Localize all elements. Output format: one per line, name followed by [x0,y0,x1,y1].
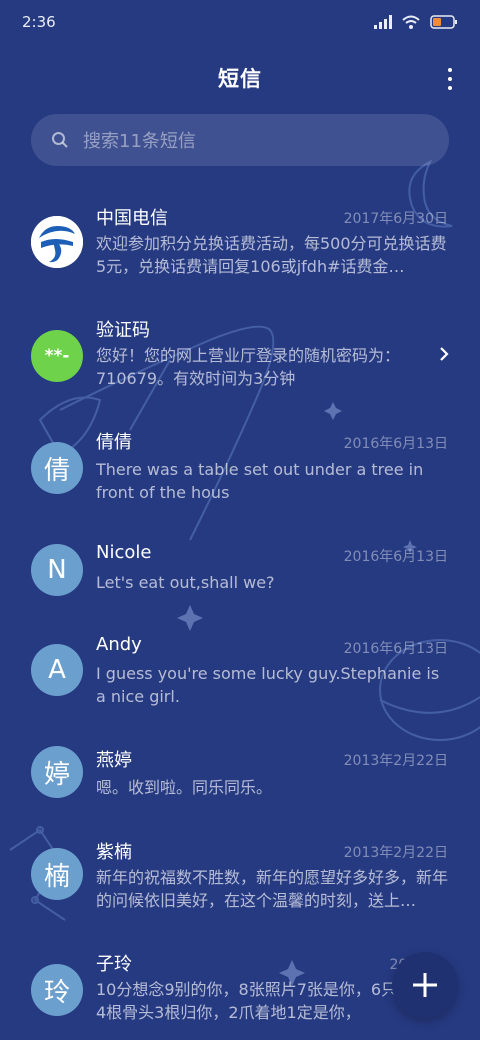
conversation-name: 燕婷 [96,750,132,771]
conversation-row[interactable]: 楠 紫楠 2013年2月22日 新年的祝福数不胜数，新年的愿望好多好多，新年的问… [0,838,480,938]
page-title: 短信 [218,67,262,91]
conversation-row[interactable]: A Andy 2016年6月13日 I guess you're some lu… [0,634,480,734]
conversation-preview: 您好！您的网上营业厅登录的随机密码为：710679。有效时间为3分钟 [96,346,401,388]
conversation-date: 2017年6月30日 [343,211,448,227]
conversation-row[interactable]: 中国电信 2017年6月30日 欢迎参加积分兑换话费活动，每500分可兑换话费5… [0,190,480,290]
battery-icon [430,15,457,29]
conversation-name: 紫楠 [96,842,132,863]
conversation-date: 2013年2月22日 [343,753,448,769]
new-message-button[interactable] [392,952,458,1018]
conversation-row[interactable]: **- 验证码 您好！您的网上营业厅登录的随机密码为：710679。有效时间为3… [0,302,480,402]
more-dot-icon [448,68,452,72]
conversation-preview: 新年的祝福数不胜数，新年的愿望好多好多，新年的问候依旧美好，在这个温馨的时刻，送… [96,868,448,910]
avatar: 婷 [31,746,83,798]
more-options-button[interactable] [446,68,454,90]
status-time: 2:36 [22,13,56,31]
conversation-date: 2016年6月13日 [343,641,448,657]
conversation-name: Andy [96,634,142,655]
signal-icon [374,15,392,29]
conversation-name: 中国电信 [96,208,168,229]
conversation-name: 子玲 [96,954,132,975]
search-icon [52,132,68,148]
conversation-date: 2013年2月22日 [343,845,448,861]
avatar: 玲 [31,964,83,1016]
conversation-preview: I guess you're some lucky guy.Stephanie … [96,664,440,706]
more-dot-icon [448,86,452,90]
conversation-preview: Let's eat out,shall we? [96,573,275,592]
search-input[interactable]: 搜索11条短信 [31,114,449,166]
search-placeholder: 搜索11条短信 [83,131,196,152]
chevron-right-icon[interactable] [438,345,450,363]
avatar: **- [31,330,83,382]
avatar: N [31,544,83,596]
china-telecom-logo-icon [31,216,83,268]
status-icons [374,15,458,29]
conversation-name: 验证码 [96,320,150,341]
avatar: 倩 [31,442,83,494]
conversation-preview: There was a table set out under a tree i… [96,460,424,502]
status-bar: 2:36 [0,0,480,44]
plus-icon [413,973,437,997]
conversation-preview: 欢迎参加积分兑换话费活动，每500分可兑换话费5元，兑换话费请回复106或jfd… [96,234,447,276]
conversation-name: Nicole [96,542,152,563]
header: 短信 [0,56,480,100]
avatar: 楠 [31,848,83,900]
conversation-row[interactable]: 倩 倩倩 2016年6月13日 There was a table set ou… [0,414,480,514]
wifi-icon [402,15,420,29]
conversation-name: 倩倩 [96,432,132,453]
conversation-row[interactable]: 婷 燕婷 2013年2月22日 嗯。收到啦。同乐同乐。 [0,746,480,846]
conversation-row[interactable]: N Nicole 2016年6月13日 Let's eat out,shall … [0,526,480,626]
conversation-preview: 嗯。收到啦。同乐同乐。 [96,778,273,797]
conversation-date: 2016年6月13日 [343,549,448,565]
conversation-date: 2016年6月13日 [343,436,448,452]
more-dot-icon [448,77,452,81]
avatar [31,216,83,268]
avatar: A [31,644,83,696]
